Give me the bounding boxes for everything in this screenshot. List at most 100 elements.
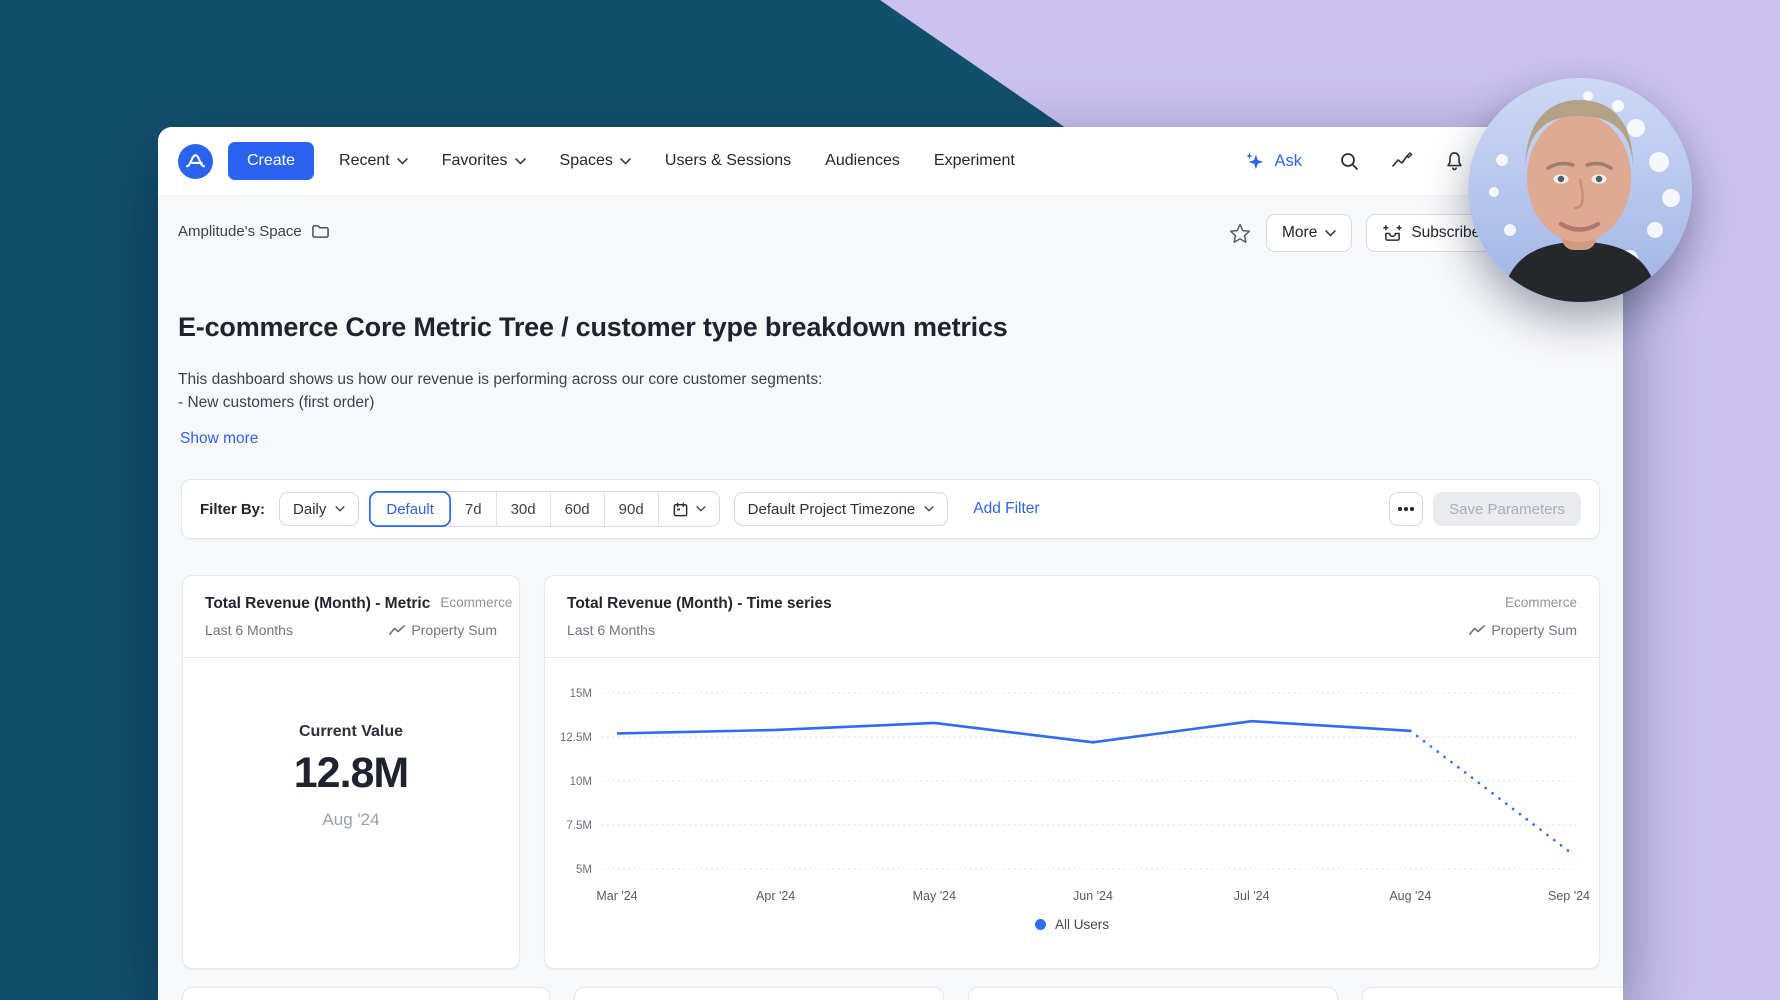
search-button[interactable]	[1338, 150, 1360, 172]
timeseries-card-title[interactable]: Total Revenue (Month) - Time series	[567, 595, 832, 613]
dashboard-content: Amplitude's Space More Subscribe E-comme…	[158, 196, 1623, 1000]
add-filter-link[interactable]: Add Filter	[967, 499, 1045, 519]
navbar: Create Recent Favorites Spaces Users & S…	[158, 127, 1623, 196]
range-option-90d[interactable]: 90d	[604, 492, 658, 526]
metric-card-aggregation: Property Sum	[389, 622, 497, 638]
timeseries-card-range: Last 6 Months	[567, 622, 655, 638]
page-title: E-commerce Core Metric Tree / customer t…	[178, 312, 1008, 343]
chevron-down-icon	[620, 158, 631, 165]
webcam-bubble	[1468, 78, 1692, 302]
subscribe-inbox-icon	[1382, 223, 1403, 243]
show-more-link[interactable]: Show more	[180, 430, 258, 448]
description-line-2: - New customers (first order)	[178, 391, 822, 414]
breadcrumb-space-label: Amplitude's Space	[178, 223, 302, 240]
bottom-card-4: New customer revenue - share ... Ecommer…	[1362, 987, 1623, 1000]
bottom-card-2: New customer revenue - l6m Ecommerce Las…	[574, 987, 944, 1000]
svg-text:12.5M: 12.5M	[560, 732, 592, 744]
whats-new-button[interactable]	[1390, 150, 1414, 172]
chevron-down-icon	[515, 158, 526, 165]
zigzag-line-icon	[1469, 625, 1485, 636]
bottom-card-1: New customer revenue - total - ... Ecomm…	[182, 987, 550, 1000]
interval-value: Daily	[293, 501, 326, 518]
amplitude-logo-icon[interactable]	[178, 144, 213, 179]
svg-text:5M: 5M	[576, 864, 592, 876]
timeseries-card: Total Revenue (Month) - Time series Ecom…	[544, 575, 1600, 969]
pen-chart-icon	[1390, 150, 1414, 172]
metric-card-header: Total Revenue (Month) - Metric Ecommerce…	[183, 576, 519, 658]
nav-item-label: Recent	[339, 152, 390, 170]
calendar-range-button[interactable]	[658, 492, 719, 526]
svg-text:May '24: May '24	[913, 889, 956, 903]
chevron-down-icon	[335, 506, 345, 512]
svg-text:7.5M: 7.5M	[566, 820, 592, 832]
nav-item-audiences[interactable]: Audiences	[808, 127, 917, 196]
timeseries-card-source: Ecommerce	[1505, 595, 1577, 610]
nav-item-label: Audiences	[825, 152, 900, 170]
zigzag-line-icon	[389, 625, 405, 636]
star-icon	[1228, 222, 1252, 245]
nav-item-label: Favorites	[442, 152, 508, 170]
interval-dropdown[interactable]: Daily	[279, 492, 359, 526]
nav-items: Recent Favorites Spaces Users & Sessions…	[322, 127, 1032, 196]
svg-text:10M: 10M	[570, 776, 592, 788]
range-option-30d[interactable]: 30d	[496, 492, 550, 526]
svg-text:Apr '24: Apr '24	[756, 889, 795, 903]
notifications-button[interactable]	[1444, 150, 1465, 172]
range-option-60d[interactable]: 60d	[550, 492, 604, 526]
favorite-star-button[interactable]	[1228, 222, 1252, 245]
chevron-down-icon	[1325, 230, 1336, 237]
folder-icon	[311, 223, 330, 240]
timeseries-card-aggregation: Property Sum	[1469, 622, 1577, 638]
nav-item-favorites[interactable]: Favorites	[425, 127, 543, 196]
nav-item-experiment[interactable]: Experiment	[917, 127, 1032, 196]
nav-item-label: Spaces	[560, 152, 613, 170]
metric-card: Total Revenue (Month) - Metric Ecommerce…	[182, 575, 520, 969]
legend-label: All Users	[1055, 917, 1109, 932]
nav-item-recent[interactable]: Recent	[322, 127, 425, 196]
current-value: 12.8M	[294, 749, 409, 798]
subscribe-label: Subscribe	[1411, 224, 1480, 242]
svg-text:Mar '24: Mar '24	[596, 889, 637, 903]
date-range-segmented-control: Default 7d 30d 60d 90d	[369, 491, 719, 527]
nav-item-label: Users & Sessions	[665, 152, 791, 170]
create-button[interactable]: Create	[228, 142, 314, 180]
timezone-dropdown[interactable]: Default Project Timezone	[734, 492, 949, 526]
svg-text:Sep '24: Sep '24	[1548, 889, 1590, 903]
legend-item-all-users[interactable]: All Users	[545, 917, 1599, 932]
ellipsis-icon	[1398, 507, 1402, 511]
header-actions: More Subscribe	[1228, 214, 1496, 252]
breadcrumb[interactable]: Amplitude's Space	[178, 223, 330, 240]
metric-card-title[interactable]: Total Revenue (Month) - Metric	[205, 595, 430, 613]
metric-card-body: Current Value 12.8M Aug '24	[183, 658, 519, 968]
current-value-label: Current Value	[299, 723, 403, 741]
ask-button[interactable]: Ask	[1238, 149, 1308, 173]
current-value-date: Aug '24	[322, 810, 379, 830]
timeseries-plot[interactable]: 15M12.5M10M7.5M5MMar '24Apr '24May '24Ju…	[545, 670, 1599, 950]
nav-item-users-sessions[interactable]: Users & Sessions	[648, 127, 808, 196]
metric-card-source: Ecommerce	[440, 595, 512, 610]
bottom-card-3: New customer revenue - share ... Ecommer…	[968, 987, 1338, 1000]
presenter-face-icon	[1468, 78, 1692, 302]
filter-bar: Filter By: Daily Default 7d 30d 60d 90d	[181, 479, 1600, 539]
overflow-menu-button[interactable]	[1389, 492, 1423, 526]
range-option-default[interactable]: Default	[369, 491, 451, 527]
sparkle-icon	[1244, 150, 1266, 172]
description-line-1: This dashboard shows us how our revenue …	[178, 368, 822, 391]
filter-bar-right: Save Parameters	[1389, 492, 1581, 526]
timeseries-card-header: Total Revenue (Month) - Time series Ecom…	[545, 576, 1599, 658]
page-description: This dashboard shows us how our revenue …	[178, 368, 822, 414]
chevron-down-icon	[924, 506, 934, 512]
bell-icon	[1444, 150, 1465, 172]
metric-card-range: Last 6 Months	[205, 622, 293, 638]
save-parameters-button[interactable]: Save Parameters	[1433, 492, 1581, 526]
more-button[interactable]: More	[1266, 214, 1352, 252]
search-icon	[1338, 150, 1360, 172]
nav-item-label: Experiment	[934, 152, 1015, 170]
more-label: More	[1282, 224, 1317, 242]
nav-item-spaces[interactable]: Spaces	[543, 127, 648, 196]
canvas: Create Recent Favorites Spaces Users & S…	[0, 0, 1780, 1000]
svg-text:Jul '24: Jul '24	[1234, 889, 1270, 903]
chevron-down-icon	[696, 506, 706, 512]
range-option-7d[interactable]: 7d	[450, 492, 496, 526]
ask-label: Ask	[1274, 152, 1302, 171]
